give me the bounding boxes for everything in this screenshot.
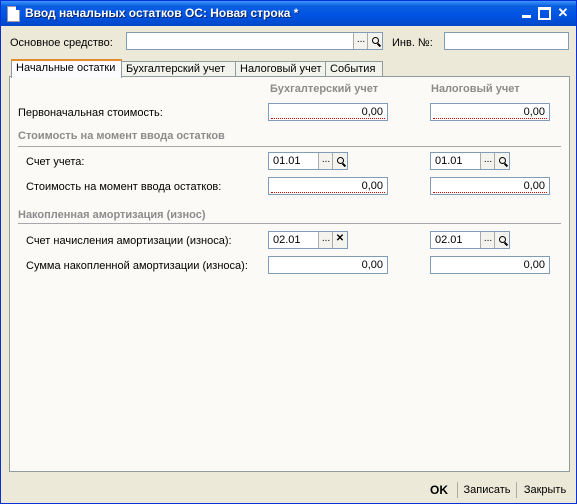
account-tax-select-button[interactable]: ... bbox=[480, 153, 495, 169]
account-accounting-field[interactable]: 01.01 ... bbox=[268, 152, 348, 170]
section-divider bbox=[18, 146, 561, 147]
maximize-icon bbox=[537, 7, 551, 20]
close-button[interactable]: Закрыть bbox=[518, 481, 572, 499]
minimize-icon bbox=[521, 15, 531, 18]
depreciation-account-accounting-clear-button[interactable]: ✕ bbox=[332, 232, 347, 248]
ok-button[interactable]: OK bbox=[421, 481, 457, 499]
initial-cost-tax-value: 0,00 bbox=[523, 106, 545, 118]
initial-cost-label: Первоначальная стоимость: bbox=[18, 107, 163, 119]
button-bar: OK Записать Закрыть bbox=[1, 477, 576, 503]
button-divider bbox=[457, 482, 458, 498]
tab-events[interactable]: События bbox=[325, 61, 383, 77]
account-label: Счет учета: bbox=[26, 156, 85, 168]
section-depreciation-title: Накопленная амортизация (износ) bbox=[18, 209, 206, 221]
window-title: Ввод начальных остатков ОС: Новая строка… bbox=[25, 6, 299, 20]
inv-number-field[interactable] bbox=[444, 32, 569, 50]
ellipsis-icon: ... bbox=[356, 34, 366, 45]
required-marker bbox=[433, 118, 547, 119]
initial-cost-tax-field[interactable]: 0,00 bbox=[430, 103, 550, 121]
account-tax-field[interactable]: 01.01 ... bbox=[430, 152, 510, 170]
initial-cost-accounting-value: 0,00 bbox=[361, 106, 383, 118]
asset-field[interactable]: ... bbox=[126, 32, 383, 50]
depreciation-account-label: Счет начисления амортизации (износа): bbox=[26, 235, 232, 247]
clear-icon: ✕ bbox=[335, 233, 345, 244]
required-marker bbox=[433, 192, 547, 193]
magnifier-icon bbox=[498, 236, 506, 243]
close-icon: ✕ bbox=[557, 5, 569, 20]
depreciation-account-tax-value: 02.01 bbox=[435, 234, 463, 246]
account-accounting-select-button[interactable]: ... bbox=[318, 153, 333, 169]
depreciation-account-tax-open-button[interactable] bbox=[494, 232, 509, 248]
depreciation-account-accounting-value: 02.01 bbox=[273, 234, 301, 246]
magnifier-icon bbox=[371, 37, 379, 44]
cost-at-input-tax-field[interactable]: 0,00 bbox=[430, 177, 550, 195]
magnifier-icon bbox=[336, 157, 344, 164]
cost-at-input-label: Стоимость на момент ввода остатков: bbox=[26, 181, 222, 193]
button-divider bbox=[516, 482, 517, 498]
depreciation-account-accounting-select-button[interactable]: ... bbox=[318, 232, 333, 248]
magnifier-icon bbox=[498, 157, 506, 164]
account-tax-value: 01.01 bbox=[435, 155, 463, 167]
tab-accounting[interactable]: Бухгалтерский учет bbox=[121, 61, 236, 77]
asset-label: Основное средство: bbox=[10, 37, 113, 49]
close-window-button[interactable]: ✕ bbox=[555, 5, 571, 21]
depreciation-account-tax-select-button[interactable]: ... bbox=[480, 232, 495, 248]
account-tax-open-button[interactable] bbox=[494, 153, 509, 169]
cost-at-input-tax-value: 0,00 bbox=[523, 180, 545, 192]
column-header-accounting: Бухгалтерский учет bbox=[270, 83, 379, 95]
depreciation-sum-accounting-field[interactable]: 0,00 bbox=[268, 256, 388, 274]
required-marker bbox=[271, 118, 385, 119]
depreciation-sum-tax-value: 0,00 bbox=[523, 259, 545, 271]
depreciation-sum-tax-field[interactable]: 0,00 bbox=[430, 256, 550, 274]
asset-open-button[interactable] bbox=[367, 33, 382, 49]
tab-panel: Бухгалтерский учет Налоговый учет Первон… bbox=[9, 76, 570, 472]
section-divider bbox=[18, 223, 561, 224]
required-marker bbox=[271, 192, 385, 193]
asset-select-button[interactable]: ... bbox=[353, 33, 368, 49]
title-bar[interactable]: Ввод начальных остатков ОС: Новая строка… bbox=[1, 1, 576, 26]
depreciation-sum-accounting-value: 0,00 bbox=[361, 259, 383, 271]
cost-at-input-accounting-value: 0,00 bbox=[361, 180, 383, 192]
account-accounting-open-button[interactable] bbox=[332, 153, 347, 169]
cost-at-input-accounting-field[interactable]: 0,00 bbox=[268, 177, 388, 195]
tab-tax[interactable]: Налоговый учет bbox=[235, 61, 326, 77]
depreciation-account-tax-field[interactable]: 02.01 ... bbox=[430, 231, 510, 249]
initial-cost-accounting-field[interactable]: 0,00 bbox=[268, 103, 388, 121]
dialog-window: Ввод начальных остатков ОС: Новая строка… bbox=[0, 0, 577, 504]
account-accounting-value: 01.01 bbox=[273, 155, 301, 167]
depreciation-account-accounting-field[interactable]: 02.01 ... ✕ bbox=[268, 231, 348, 249]
document-icon bbox=[7, 6, 20, 22]
inv-label: Инв. №: bbox=[392, 37, 433, 49]
maximize-button[interactable] bbox=[536, 5, 552, 21]
depreciation-sum-label: Сумма накопленной амортизации (износа): bbox=[26, 260, 248, 272]
section-cost-title: Стоимость на момент ввода остатков bbox=[18, 130, 225, 142]
save-button[interactable]: Записать bbox=[459, 481, 515, 499]
column-header-tax: Налоговый учет bbox=[431, 83, 520, 95]
minimize-button[interactable] bbox=[518, 5, 534, 21]
tab-initial-balances[interactable]: Начальные остатки bbox=[11, 59, 122, 78]
